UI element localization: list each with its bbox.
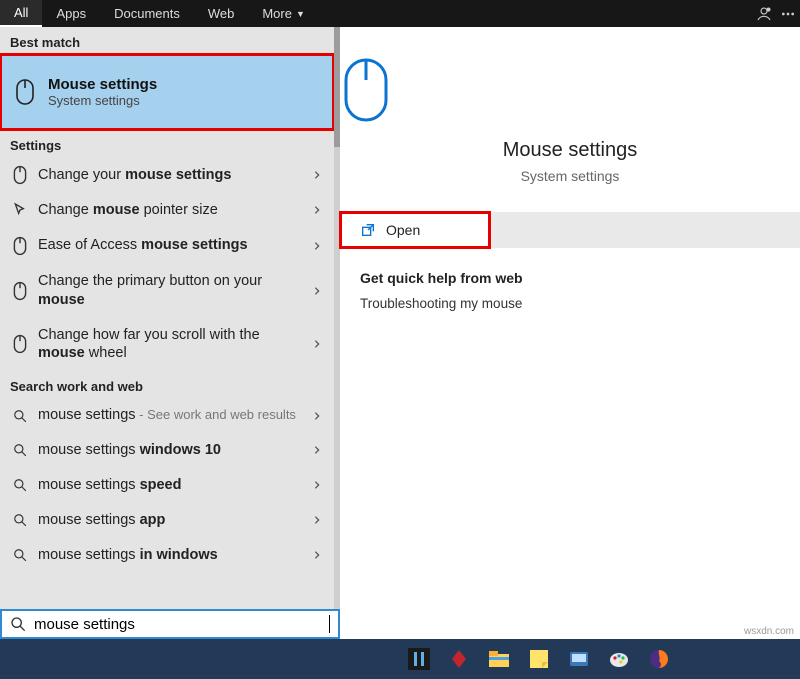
quick-help-link[interactable]: Troubleshooting my mouse bbox=[340, 296, 800, 311]
section-settings: Settings bbox=[0, 130, 334, 157]
result-row[interactable]: mouse settings - See work and web result… bbox=[0, 398, 334, 433]
tab-all[interactable]: All bbox=[0, 0, 42, 27]
result-text: Change the primary button on your mouse bbox=[38, 272, 302, 310]
result-row[interactable]: mouse settings windows 10 bbox=[0, 433, 334, 468]
chevron-right-icon bbox=[312, 445, 322, 455]
search-box[interactable] bbox=[0, 609, 340, 639]
search-icon bbox=[12, 548, 28, 562]
search-scope-tabs: All Apps Documents Web More▼ bbox=[0, 0, 800, 27]
tab-web[interactable]: Web bbox=[194, 0, 249, 27]
taskbar-app-2[interactable] bbox=[448, 648, 470, 670]
chevron-right-icon bbox=[312, 241, 322, 251]
quick-help-heading: Get quick help from web bbox=[340, 248, 800, 296]
result-row[interactable]: mouse settings in windows bbox=[0, 538, 334, 573]
mouse-icon bbox=[12, 334, 28, 354]
watermark: wsxdn.com bbox=[744, 626, 794, 637]
search-icon bbox=[10, 616, 26, 632]
tab-documents[interactable]: Documents bbox=[100, 0, 194, 27]
best-match-title: Mouse settings bbox=[48, 76, 157, 93]
result-text: mouse settings windows 10 bbox=[38, 441, 302, 460]
search-icon bbox=[12, 409, 28, 423]
best-match-sub: System settings bbox=[48, 93, 157, 108]
result-row[interactable]: mouse settings speed bbox=[0, 468, 334, 503]
chevron-right-icon bbox=[312, 286, 322, 296]
result-text: mouse settings app bbox=[38, 511, 302, 530]
taskbar-file-explorer[interactable] bbox=[488, 648, 510, 670]
open-label: Open bbox=[386, 222, 420, 238]
chevron-right-icon bbox=[312, 515, 322, 525]
tab-apps[interactable]: Apps bbox=[42, 0, 100, 27]
preview-title: Mouse settings bbox=[340, 139, 800, 162]
taskbar-app-5[interactable] bbox=[568, 648, 590, 670]
pointer-icon bbox=[12, 202, 28, 218]
actions-bar: Open bbox=[340, 212, 800, 248]
taskbar-firefox[interactable] bbox=[648, 648, 670, 670]
chevron-right-icon bbox=[312, 339, 322, 349]
result-text: mouse settings speed bbox=[38, 476, 302, 495]
best-match-item[interactable]: Mouse settings System settings bbox=[0, 54, 334, 130]
section-search-web: Search work and web bbox=[0, 371, 334, 398]
mouse-icon bbox=[12, 236, 28, 256]
result-text: Change mouse pointer size bbox=[38, 201, 302, 220]
text-caret bbox=[329, 615, 330, 633]
preview-pane: Mouse settings System settings Open Get … bbox=[340, 27, 800, 639]
taskbar-app-1[interactable] bbox=[408, 648, 430, 670]
mouse-icon bbox=[14, 78, 36, 106]
chevron-right-icon bbox=[312, 170, 322, 180]
result-text: Ease of Access mouse settings bbox=[38, 236, 302, 255]
result-row[interactable]: Change mouse pointer size bbox=[0, 193, 334, 228]
chevron-down-icon: ▼ bbox=[296, 9, 305, 19]
chevron-right-icon bbox=[312, 411, 322, 421]
section-best-match: Best match bbox=[0, 27, 334, 54]
taskbar bbox=[0, 639, 800, 679]
result-row[interactable]: Ease of Access mouse settings bbox=[0, 228, 334, 264]
mouse-icon bbox=[340, 55, 800, 125]
result-row[interactable]: Change the primary button on your mouse bbox=[0, 264, 334, 318]
result-text: mouse settings - See work and web result… bbox=[38, 406, 302, 425]
search-icon bbox=[12, 513, 28, 527]
results-pane: Best match Mouse settings System setting… bbox=[0, 27, 334, 639]
search-icon bbox=[12, 443, 28, 457]
result-row[interactable]: Change how far you scroll with the mouse… bbox=[0, 318, 334, 372]
open-icon bbox=[360, 222, 376, 238]
mouse-icon bbox=[12, 165, 28, 185]
result-row[interactable]: Change your mouse settings bbox=[0, 157, 334, 193]
taskbar-paint[interactable] bbox=[608, 648, 630, 670]
result-text: Change how far you scroll with the mouse… bbox=[38, 326, 302, 364]
result-row[interactable]: mouse settings app bbox=[0, 503, 334, 538]
open-button[interactable]: Open bbox=[340, 212, 490, 248]
more-options-icon[interactable] bbox=[776, 0, 800, 27]
mouse-icon bbox=[12, 281, 28, 301]
result-text: mouse settings in windows bbox=[38, 546, 302, 565]
preview-sub: System settings bbox=[340, 168, 800, 184]
tab-more[interactable]: More▼ bbox=[248, 0, 319, 27]
search-input[interactable] bbox=[34, 616, 321, 633]
search-icon bbox=[12, 478, 28, 492]
chevron-right-icon bbox=[312, 205, 322, 215]
feedback-icon[interactable] bbox=[752, 0, 776, 27]
chevron-right-icon bbox=[312, 550, 322, 560]
result-text: Change your mouse settings bbox=[38, 166, 302, 185]
chevron-right-icon bbox=[312, 480, 322, 490]
taskbar-sticky-notes[interactable] bbox=[528, 648, 550, 670]
